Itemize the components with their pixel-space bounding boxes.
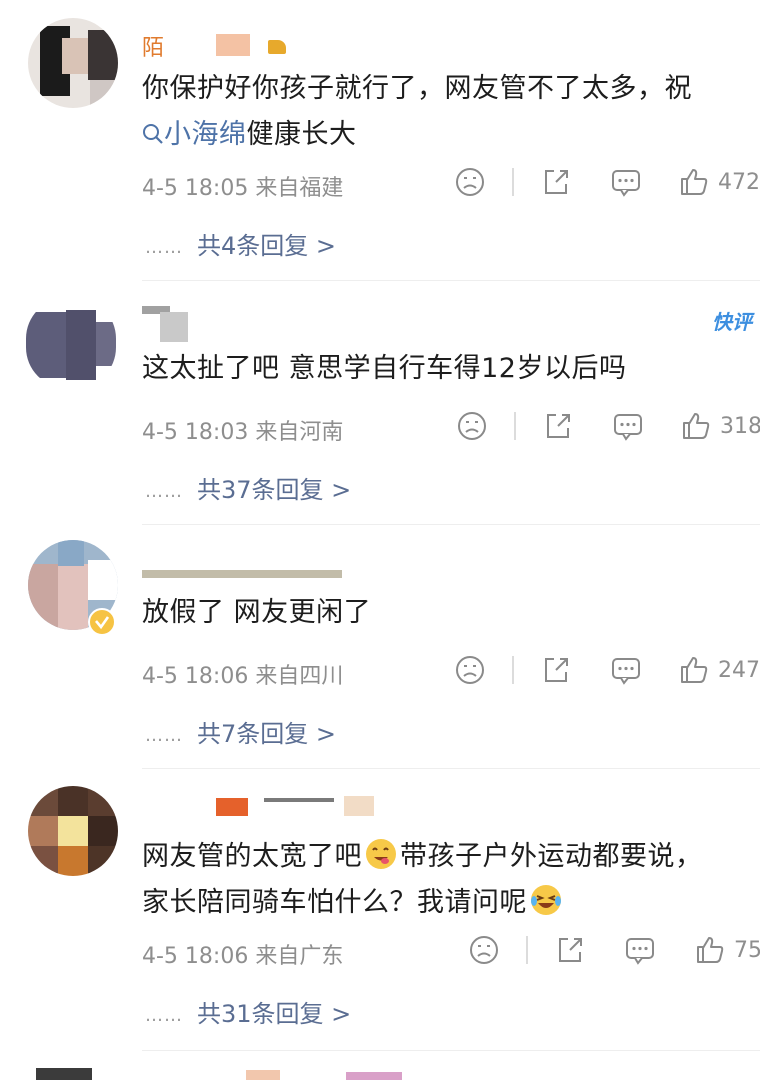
username-blur (344, 796, 374, 816)
emoji-laugh-cry-icon (531, 885, 561, 915)
hashtag-link[interactable]: 小海绵 (142, 119, 247, 150)
share-icon[interactable] (542, 410, 574, 442)
view-replies-link[interactable]: …… 共7条回复 > (145, 714, 336, 749)
dislike-icon[interactable] (468, 934, 500, 966)
action-divider (526, 936, 528, 964)
comment-text: 网友管的太宽了吧 带孩子户外运动都要说， 家长陪同骑车怕什么？我请问呢 (142, 834, 703, 926)
view-replies-link[interactable]: …… 共4条回复 > (145, 226, 336, 261)
comment-icon[interactable] (610, 166, 642, 198)
comment-meta: 4-5 18:06 来自广东 (142, 944, 344, 969)
comment-divider (142, 524, 760, 525)
avatar[interactable] (36, 1068, 92, 1080)
avatar[interactable] (28, 786, 118, 876)
like-icon[interactable] (680, 410, 712, 442)
share-icon[interactable] (540, 654, 572, 686)
comment-item: 陌 你保护好你孩子就行了，网友管不了太多，祝 小海绵健康长大 4-5 18:05… (0, 0, 760, 281)
dislike-icon[interactable] (454, 166, 486, 198)
comment-item-partial (0, 1066, 760, 1080)
dislike-icon[interactable] (456, 410, 488, 442)
dislike-icon[interactable] (454, 654, 486, 686)
verified-icon (88, 608, 116, 636)
avatar[interactable] (26, 298, 116, 388)
username-blur (264, 798, 334, 802)
search-icon (143, 124, 163, 144)
comment-meta: 4-5 18:05 来自福建 (142, 176, 344, 201)
like-count: 472 (718, 170, 760, 195)
username-blur (216, 34, 250, 56)
share-icon[interactable] (554, 934, 586, 966)
comment-text: 放假了 网友更闲了 (142, 597, 372, 628)
comment-text: 这太扯了吧 意思学自行车得12岁以后吗 (142, 353, 627, 384)
username-blur (246, 1070, 280, 1080)
like-icon[interactable] (678, 654, 710, 686)
comment-divider (142, 768, 760, 769)
like-icon[interactable] (678, 166, 710, 198)
view-replies-link[interactable]: …… 共37条回复 > (145, 470, 351, 505)
comment-divider (142, 280, 760, 281)
username-blur (160, 312, 188, 342)
like-count: 75 (734, 938, 760, 963)
like-count: 247 (718, 658, 760, 683)
username-blur (142, 570, 342, 578)
share-icon[interactable] (540, 166, 572, 198)
action-divider (512, 168, 514, 196)
comment-icon[interactable] (610, 654, 642, 686)
like-count: 318 (720, 414, 760, 439)
avatar[interactable] (28, 18, 118, 108)
comment-meta: 4-5 18:06 来自四川 (142, 664, 344, 689)
like-icon[interactable] (694, 934, 726, 966)
level-badge (268, 40, 286, 54)
username-blur (216, 798, 248, 816)
comment-item: 网友管的太宽了吧 带孩子户外运动都要说， 家长陪同骑车怕什么？我请问呢 4-5 1… (0, 0, 760, 1051)
comment-icon[interactable] (612, 410, 644, 442)
username[interactable]: 陌 (142, 30, 164, 62)
comment-divider (142, 1050, 760, 1051)
view-replies-link[interactable]: …… 共31条回复 > (145, 994, 351, 1029)
action-divider (514, 412, 516, 440)
username-blur (346, 1072, 402, 1080)
comment-meta: 4-5 18:03 来自河南 (142, 420, 344, 445)
quick-review-badge: 快评 (712, 310, 752, 334)
emoji-yum-icon (366, 839, 396, 869)
comment-text: 你保护好你孩子就行了，网友管不了太多，祝 小海绵健康长大 (142, 73, 692, 150)
comment-icon[interactable] (624, 934, 656, 966)
action-divider (512, 656, 514, 684)
